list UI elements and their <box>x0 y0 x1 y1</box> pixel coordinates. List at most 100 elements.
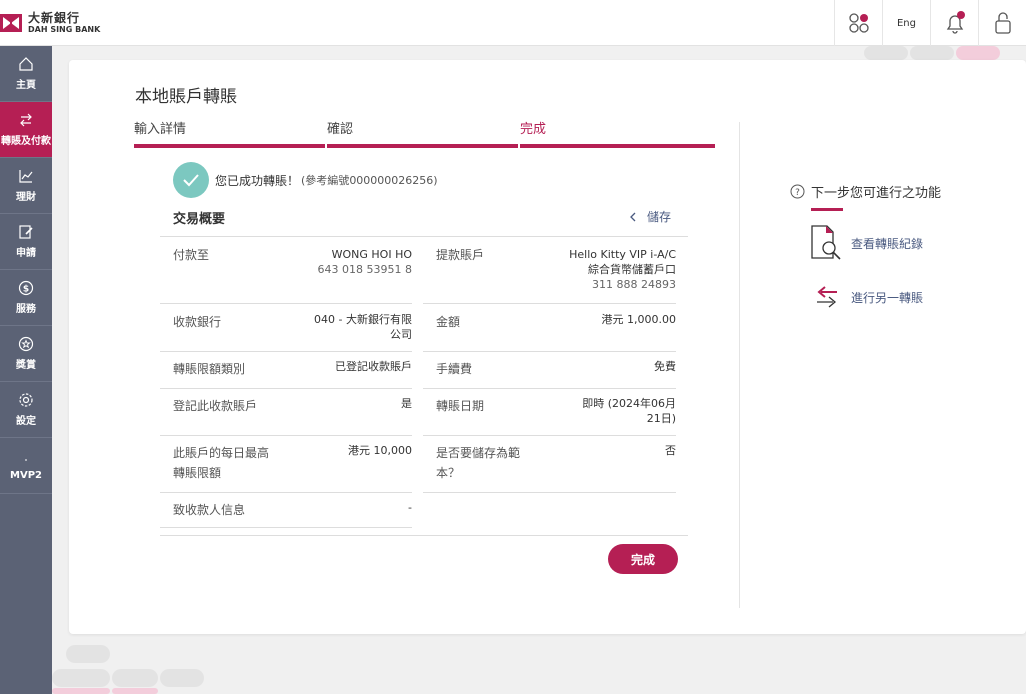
sidebar-item-label: 設定 <box>16 416 36 427</box>
star-icon <box>18 336 34 352</box>
register-payee-value: 是 <box>401 397 412 410</box>
summary-left-column: 付款至 WONG HOI HO 643 018 53951 8 收款銀行 040… <box>160 237 412 537</box>
debit-account-number: 311 888 24893 <box>592 278 676 291</box>
divider <box>160 535 688 536</box>
amount-value: 港元 1,000.00 <box>601 313 676 326</box>
payee-message-value: - <box>408 501 412 514</box>
success-message: 您已成功轉賬！ <box>215 173 300 188</box>
fee-value: 免費 <box>654 360 676 373</box>
step-label: 輸入詳情 <box>134 122 187 137</box>
step-input-details: 輸入詳情 <box>134 118 325 148</box>
sidebar-item-label: 服務 <box>16 304 36 315</box>
apps-grid-icon <box>848 13 869 33</box>
receiving-bank: 040 - 大新銀行有限 <box>314 313 412 326</box>
debit-account-name: Hello Kitty VIP i-A/C <box>569 248 676 261</box>
row-label-line2: 轉賬限額 <box>173 466 222 480</box>
sidebar-item-rewards[interactable]: 獎賞 <box>0 326 52 382</box>
home-icon <box>19 57 33 71</box>
row-label: 登記此收款賬戶 <box>173 399 258 413</box>
bell-icon <box>946 11 965 34</box>
lock-icon <box>994 12 1011 34</box>
sidebar-item-mvp2[interactable]: MVP2 <box>0 438 52 494</box>
success-check-icon <box>173 162 209 198</box>
daily-limit-value: 港元 10,000 <box>348 444 412 457</box>
summary-row: 付款至 WONG HOI HO 643 018 53951 8 <box>160 237 412 304</box>
transfer-date-value: 即時 (2024年06月 <box>582 397 676 410</box>
logo-mark-icon <box>0 12 22 34</box>
row-label-line2: 本？ <box>436 466 461 480</box>
sidebar-item-wealth[interactable]: 理財 <box>0 158 52 214</box>
summary-row: 手續費 免費 <box>423 352 676 389</box>
sidebar-item-label: 申請 <box>16 248 36 259</box>
save-template-value: 否 <box>665 444 676 457</box>
next-steps-title: ? 下一步您可進行之功能 <box>790 182 941 201</box>
row-label: 付款至 <box>173 248 210 262</box>
view-transfer-history-link[interactable]: 查看轉賬紀錄 <box>809 224 923 262</box>
row-label: 收款銀行 <box>173 315 222 329</box>
sidebar: 主頁 轉賬及付款 理財 申請 $ 服務 獎賞 設定 MVP2 <box>0 46 52 694</box>
summary-right-column: 提款賬戶 Hello Kitty VIP i-A/C 綜合貨幣儲蓄戶口 311 … <box>423 237 676 497</box>
limit-type-value: 已登記收款賬戶 <box>335 360 412 373</box>
sidebar-item-label: 轉賬及付款 <box>1 136 51 147</box>
reference-prefix: (參考編號 <box>301 174 350 187</box>
edit-icon <box>19 225 33 239</box>
column-divider <box>739 122 740 608</box>
transfer-result-card: 本地賬戶轉賬 輸入詳情 確認 完成 您已成功轉賬！ (參考編號 00000002… <box>69 60 1026 634</box>
row-label: 轉賬限額類別 <box>173 362 246 376</box>
apps-button[interactable] <box>834 0 882 46</box>
summary-row: 轉賬限額類別 已登記收款賬戶 <box>160 352 412 389</box>
row-label: 手續費 <box>436 362 473 376</box>
payee-account-number: 643 018 53951 8 <box>317 263 412 276</box>
summary-row: 登記此收款賬戶 是 <box>160 389 412 436</box>
page-title: 本地賬戶轉賬 <box>135 87 237 107</box>
reference-suffix: ) <box>433 173 438 187</box>
title-underline <box>811 208 843 211</box>
lock-button[interactable] <box>978 0 1026 46</box>
summary-row: 此賬戶的每日最高 轉賬限額 港元 10,000 <box>160 436 412 493</box>
transfer-icon <box>20 113 32 127</box>
sidebar-item-settings[interactable]: 設定 <box>0 382 52 438</box>
gear-icon <box>19 393 33 407</box>
step-label: 完成 <box>520 122 547 137</box>
summary-row: 收款銀行 040 - 大新銀行有限 公司 <box>160 304 412 352</box>
logo-english-text: DAH SING BANK <box>28 25 101 34</box>
transfer-date-line2: 21日) <box>646 412 676 425</box>
sidebar-item-transfer[interactable]: 轉賬及付款 <box>0 102 52 158</box>
logo-chinese-text: 大新銀行 <box>28 11 81 25</box>
language-toggle[interactable]: Eng <box>882 0 930 46</box>
save-label: 儲存 <box>647 210 672 224</box>
row-label: 提款賬戶 <box>436 248 485 262</box>
sidebar-item-label: 理財 <box>16 192 36 203</box>
share-icon <box>630 212 636 221</box>
notifications-button[interactable] <box>930 0 978 46</box>
bank-logo[interactable]: 大新銀行 DAH SING BANK <box>0 10 100 36</box>
step-bar <box>520 144 715 148</box>
make-another-transfer-link[interactable]: 進行另一轉賬 <box>815 284 923 310</box>
summary-row: 提款賬戶 Hello Kitty VIP i-A/C 綜合貨幣儲蓄戶口 311 … <box>423 237 676 304</box>
step-complete: 完成 <box>520 118 715 148</box>
sidebar-item-home[interactable]: 主頁 <box>0 46 52 102</box>
step-bar <box>327 144 518 148</box>
summary-row: 致收款人信息 - <box>160 493 412 528</box>
sidebar-item-services[interactable]: $ 服務 <box>0 270 52 326</box>
done-button[interactable]: 完成 <box>608 544 678 574</box>
receiving-bank-line2: 公司 <box>390 328 412 341</box>
sidebar-item-label: MVP2 <box>10 470 42 481</box>
step-bar <box>134 144 325 148</box>
row-label: 此賬戶的每日最高 <box>173 446 270 460</box>
summary-row: 是否要儲存為範 本？ 否 <box>423 436 676 493</box>
save-button[interactable]: 儲存 <box>629 208 671 225</box>
sidebar-item-apply[interactable]: 申請 <box>0 214 52 270</box>
debit-account-type: 綜合貨幣儲蓄戶口 <box>588 263 676 276</box>
row-label: 是否要儲存為範 <box>436 446 521 460</box>
payee-name: WONG HOI HO <box>331 248 412 261</box>
link-label: 進行另一轉賬 <box>851 290 924 305</box>
chart-icon <box>19 170 33 183</box>
help-icon: ? <box>790 184 805 199</box>
reference-number: 000000026256 <box>349 173 434 187</box>
svg-text:?: ? <box>795 188 800 198</box>
success-banner: 您已成功轉賬！ (參考編號 000000026256 ) <box>173 162 438 198</box>
row-label: 金額 <box>436 315 461 329</box>
row-label: 致收款人信息 <box>173 503 246 517</box>
step-label: 確認 <box>327 122 354 137</box>
